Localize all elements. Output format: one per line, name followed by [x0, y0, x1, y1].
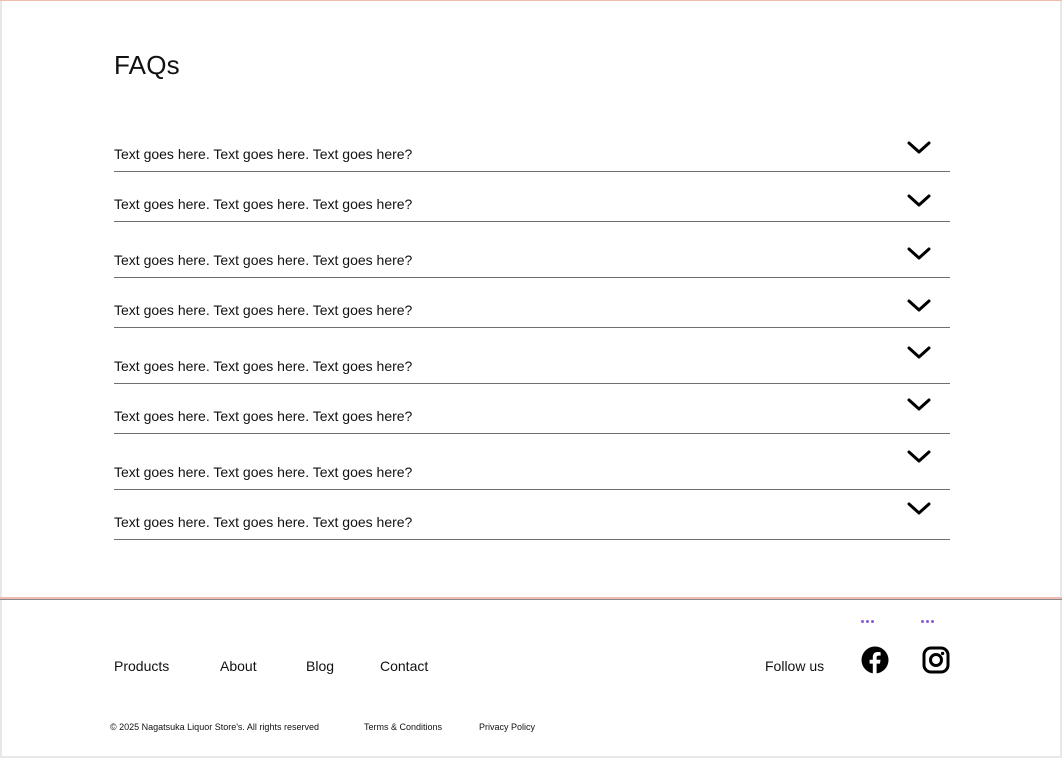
faq-question: Text goes here. Text goes here. Text goe…: [114, 408, 413, 424]
faq-item[interactable]: Text goes here. Text goes here. Text goe…: [114, 384, 950, 434]
footer-link-products[interactable]: Products: [114, 658, 169, 674]
chevron-down-icon[interactable]: [906, 140, 932, 156]
faq-question: Text goes here. Text goes here. Text goe…: [114, 196, 413, 212]
instagram-icon[interactable]: [922, 646, 950, 674]
faq-item[interactable]: Text goes here. Text goes here. Text goe…: [114, 222, 950, 278]
footer-link-about[interactable]: About: [220, 658, 257, 674]
chevron-down-icon[interactable]: [906, 397, 932, 413]
footer-divider-line: [0, 599, 1062, 600]
faq-item[interactable]: Text goes here. Text goes here. Text goe…: [114, 434, 950, 490]
chevron-down-icon[interactable]: [906, 345, 932, 361]
facebook-icon[interactable]: [861, 646, 889, 674]
faq-question: Text goes here. Text goes here. Text goe…: [114, 302, 413, 318]
chevron-down-icon[interactable]: [906, 449, 932, 465]
faq-item[interactable]: Text goes here. Text goes here. Text goe…: [114, 278, 950, 328]
faq-item[interactable]: Text goes here. Text goes here. Text goe…: [114, 122, 950, 172]
chevron-down-icon[interactable]: [906, 246, 932, 262]
chevron-down-icon[interactable]: [906, 193, 932, 209]
top-divider: [0, 0, 1062, 1]
follow-us-label: Follow us: [765, 658, 825, 674]
more-dots-icon: [921, 620, 939, 626]
more-dots-icon: [861, 620, 879, 626]
footer-link-contact[interactable]: Contact: [380, 658, 428, 674]
chevron-down-icon[interactable]: [906, 501, 932, 517]
privacy-link[interactable]: Privacy Policy: [479, 722, 535, 732]
faq-item[interactable]: Text goes here. Text goes here. Text goe…: [114, 328, 950, 384]
faq-question: Text goes here. Text goes here. Text goe…: [114, 464, 413, 480]
faq-question: Text goes here. Text goes here. Text goe…: [114, 146, 413, 162]
terms-link[interactable]: Terms & Conditions: [364, 722, 442, 732]
faq-question: Text goes here. Text goes here. Text goe…: [114, 514, 413, 530]
copyright-text: © 2025 Nagatsuka Liquor Store's. All rig…: [110, 722, 319, 732]
faq-item[interactable]: Text goes here. Text goes here. Text goe…: [114, 490, 950, 540]
faq-question: Text goes here. Text goes here. Text goe…: [114, 252, 413, 268]
page-title: FAQs: [114, 50, 180, 80]
chevron-down-icon[interactable]: [906, 298, 932, 314]
faq-question: Text goes here. Text goes here. Text goe…: [114, 358, 413, 374]
faq-item[interactable]: Text goes here. Text goes here. Text goe…: [114, 172, 950, 222]
footer-link-blog[interactable]: Blog: [306, 658, 334, 674]
